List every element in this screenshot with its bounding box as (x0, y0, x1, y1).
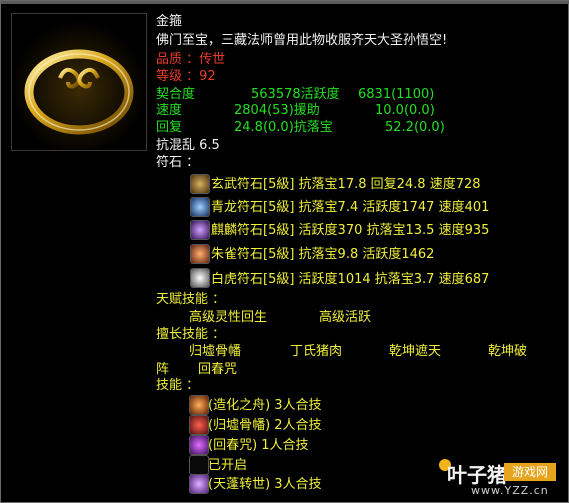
specialty-skill-1: 归墟骨幡 (189, 344, 242, 359)
item-tooltip: 金箍 佛门至宝，三藏法师曾用此物收服齐天大圣孙悟空! 品质 ：传世 等级 ：92… (0, 0, 569, 503)
skill-item: (造化之舟) 3人合技 (208, 398, 322, 413)
runes-title: 符石 ： (156, 155, 200, 170)
stat-label-speed: 速度 (156, 103, 183, 118)
specialty-skill-3: 乾坤遮天 (389, 344, 442, 359)
stat-label-affinity: 契合度 (156, 87, 196, 102)
item-level: 等级 ：92 (156, 69, 216, 84)
huichun-skill-icon[interactable] (189, 435, 209, 455)
specialty-skill-2: 丁氏猪肉 (290, 344, 343, 359)
item-quality: 品质 ：传世 (156, 52, 226, 67)
stat-value-recover: 24.8(0.0)抗落宝 (234, 120, 333, 135)
specialty-title: 擅长技能 ： (156, 327, 226, 342)
zaohua-skill-icon[interactable] (189, 395, 209, 415)
stat-value-affinity: 563578活跃度 (251, 87, 340, 102)
watermark-url: www.YZZ.cn (471, 484, 549, 497)
item-description: 佛门至宝，三藏法师曾用此物收服齐天大圣孙悟空! (156, 33, 448, 48)
xuanwu-rune-icon[interactable] (190, 174, 210, 194)
stat-anti-chaos: 抗混乱 6.5 (156, 138, 220, 153)
tianpeng-skill-icon[interactable] (189, 474, 209, 494)
rune-item: 白虎符石[5級] 活跃度1014 抗落宝3.7 速度687 (211, 272, 490, 287)
qilin-rune-icon[interactable] (190, 220, 210, 240)
zhuque-rune-icon[interactable] (190, 244, 210, 264)
talent-title: 天赋技能 ： (156, 292, 226, 307)
specialty-skill-4: 乾坤破 (488, 344, 528, 359)
stat-value-assist: 10.0(0.0) (375, 103, 435, 118)
specialty-skill-4-wrap: 阵 (156, 362, 170, 377)
watermark-box: 游戏网 (504, 463, 556, 481)
baihu-rune-icon[interactable] (190, 268, 210, 288)
stat-value-speed: 2804(53)援助 (234, 103, 320, 118)
guixu-skill-icon[interactable] (189, 415, 209, 435)
specialty-skill-5: 回春咒 (198, 362, 238, 377)
rune-item: 朱雀符石[5級] 抗落宝9.8 活跃度1462 (211, 247, 435, 262)
talent-skill-1: 高级灵性回生 (189, 310, 268, 325)
skill-item: (回春咒) 1人合技 (208, 438, 309, 453)
qinglong-rune-icon[interactable] (190, 197, 210, 217)
item-name: 金箍 (156, 14, 183, 29)
talent-skill-2: 高级活跃 (319, 310, 372, 325)
skill-item: 已开启 (208, 458, 248, 473)
stat-value-anti-steal: 52.2(0.0) (385, 120, 445, 135)
golden-hoop-image (11, 13, 147, 151)
top-border (1, 1, 569, 4)
rune-item: 麒麟符石[5級] 活跃度370 抗落宝13.5 速度935 (211, 223, 490, 238)
skill-item: (归墟骨幡) 2人合技 (208, 418, 322, 433)
skill-item: (天蓬转世) 3人合技 (208, 477, 322, 492)
rune-item: 玄武符石[5級] 抗落宝17.8 回复24.8 速度728 (211, 177, 481, 192)
opened-skill-icon[interactable] (189, 455, 209, 475)
stat-value-activity: 6831(1100) (358, 87, 435, 102)
skills-title: 技能 ： (156, 378, 200, 393)
stat-label-recover: 回复 (156, 120, 183, 135)
rune-item: 青龙符石[5級] 抗落宝7.4 活跃度1747 速度401 (211, 200, 490, 215)
